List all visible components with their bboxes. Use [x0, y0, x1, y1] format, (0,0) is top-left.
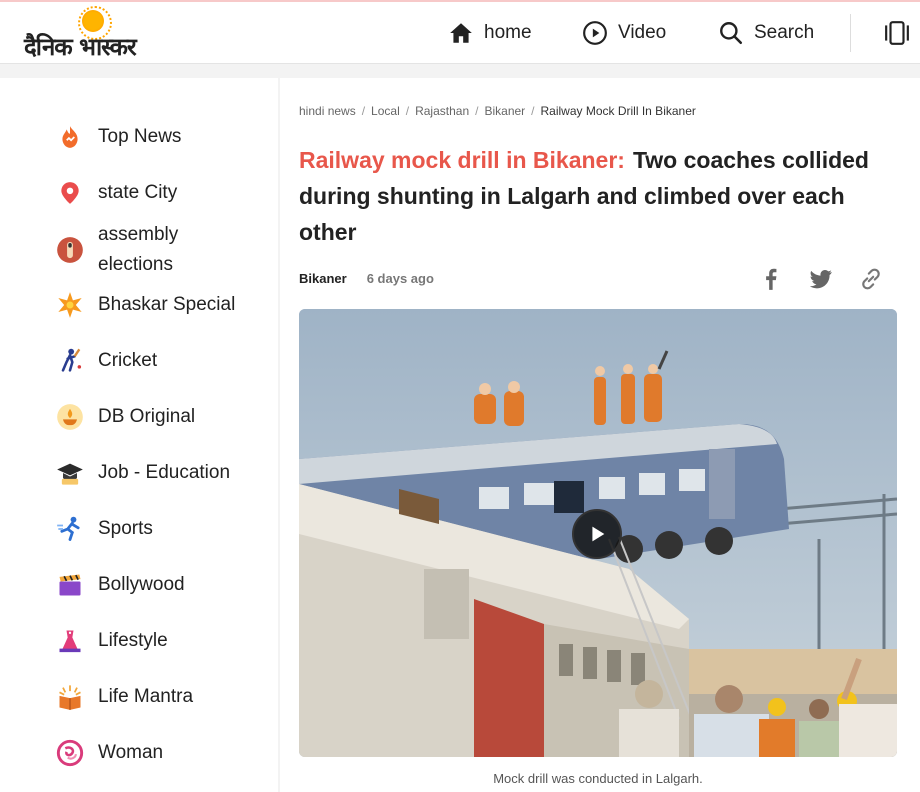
star-burst-icon [56, 291, 84, 319]
article-location[interactable]: Bikaner [299, 271, 347, 286]
flame-icon [56, 123, 84, 151]
headline-kicker: Railway mock drill in Bikaner: [299, 147, 625, 173]
sidebar-item-lifestyle[interactable]: Lifestyle [56, 626, 168, 656]
site-header: दैनिक भास्कर home Video Search [0, 2, 920, 64]
play-button[interactable] [572, 509, 622, 559]
breadcrumb-item-hindi-news[interactable]: hindi news [299, 104, 356, 118]
sidebar-item-label: Bhaskar Special [98, 294, 236, 315]
nav-home[interactable]: home [448, 2, 532, 64]
breadcrumb-separator: / [361, 104, 366, 118]
sidebar-item-label: Lifestyle [98, 630, 168, 651]
home-icon [450, 23, 472, 43]
sidebar-item-job-education[interactable]: Job - Education [56, 458, 230, 488]
ink-finger-icon [56, 236, 84, 264]
sidebar-item-label: Life Mantra [98, 686, 194, 707]
image-caption: Mock drill was conducted in Lalgarh. [493, 771, 703, 786]
breadcrumb-current: Railway Mock Drill In Bikaner [540, 104, 696, 118]
article-headline: Railway mock drill in Bikaner: Two coache… [299, 142, 879, 250]
article-main: hindi news / Local / Rajasthan / Bikaner / Railw… [280, 78, 920, 792]
sidebar-item-label: assembly elections [98, 224, 179, 275]
clapperboard-icon [56, 571, 84, 599]
search-icon [720, 22, 743, 45]
runner-icon [56, 515, 84, 543]
nav-search-label: Search [754, 22, 815, 43]
nav-video[interactable]: Video [582, 2, 666, 64]
sidebar-item-woman[interactable]: Woman [56, 738, 163, 768]
sidebar: Top News state City assembly elections B… [0, 78, 278, 792]
sidebar-item-bollywood[interactable]: Bollywood [56, 570, 185, 600]
breadcrumb-separator: / [405, 104, 410, 118]
breadcrumb: hindi news / Local / Rajasthan / Bikaner / Railw… [299, 104, 696, 118]
site-logo[interactable]: दैनिक भास्कर [24, 6, 174, 61]
sidebar-item-state-city[interactable]: state City [56, 178, 177, 208]
sidebar-item-label: Bollywood [98, 574, 185, 595]
graduation-cap-icon [56, 459, 84, 487]
sidebar-item-bhaskar-special[interactable]: Bhaskar Special [56, 290, 235, 320]
header-divider [850, 14, 851, 52]
breadcrumb-item-bikaner[interactable]: Bikaner [484, 104, 525, 118]
video-thumbnail[interactable] [299, 309, 897, 757]
article-meta: Bikaner 6 days ago [299, 271, 434, 286]
breadcrumb-separator: / [475, 104, 479, 118]
dress-icon [56, 627, 84, 655]
sidebar-item-assembly-elections[interactable]: assembly elections [56, 220, 208, 280]
woman-swirl-icon [56, 739, 84, 767]
nav-search[interactable]: Search [718, 2, 814, 64]
sidebar-item-label: state City [98, 182, 178, 203]
sidebar-item-life-mantra[interactable]: Life Mantra [56, 682, 193, 712]
breadcrumb-item-rajasthan[interactable]: Rajasthan [415, 104, 469, 118]
play-icon [592, 526, 605, 542]
side-panel-icon[interactable] [884, 20, 910, 46]
breadcrumb-separator: / [531, 104, 535, 118]
cricket-player-icon [56, 347, 84, 375]
location-pin-icon [56, 179, 84, 207]
sidebar-item-label: Cricket [98, 350, 158, 371]
play-circle-icon [583, 21, 607, 45]
link-icon[interactable] [858, 266, 884, 292]
sidebar-item-label: Sports [98, 518, 153, 539]
sidebar-item-cricket[interactable]: Cricket [56, 346, 157, 376]
sidebar-item-label: Woman [98, 742, 164, 763]
sidebar-item-sports[interactable]: Sports [56, 514, 153, 544]
article-time: 6 days ago [366, 271, 434, 286]
sidebar-item-label: DB Original [98, 406, 196, 427]
nav-video-label: Video [618, 22, 667, 43]
book-glow-icon [56, 683, 84, 711]
facebook-icon[interactable] [758, 266, 784, 292]
lamp-icon [56, 403, 84, 431]
breadcrumb-item-local[interactable]: Local [371, 104, 400, 118]
logo-text: दैनिक भास्कर [24, 33, 137, 61]
sidebar-item-label: Job - Education [98, 462, 231, 483]
sidebar-item-label: Top News [98, 126, 182, 147]
nav-home-label: home [484, 22, 532, 43]
sidebar-item-db-original[interactable]: DB Original [56, 402, 195, 432]
twitter-icon[interactable] [808, 266, 834, 292]
logo-sun-icon [78, 6, 112, 40]
sidebar-item-top-news[interactable]: Top News [56, 122, 181, 152]
